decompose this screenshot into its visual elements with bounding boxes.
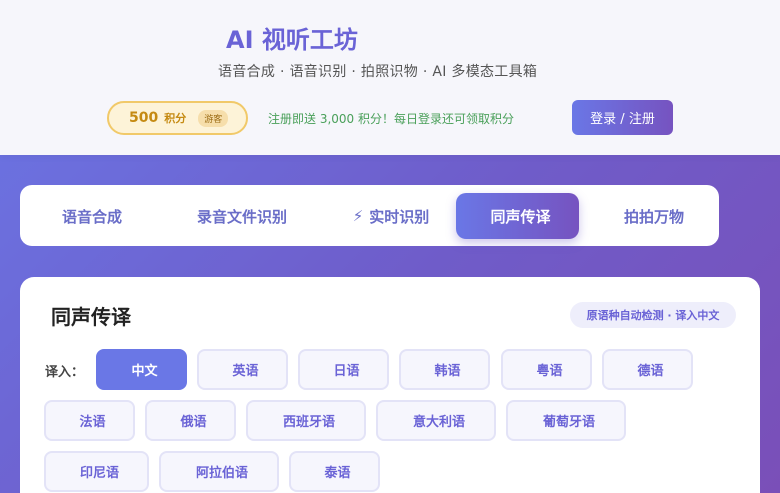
language-option-english[interactable]: 英语 <box>197 349 288 390</box>
language-option-portuguese[interactable]: 葡萄牙语 <box>506 400 626 441</box>
tab-simultaneous-interpretation[interactable]: 同声传译 <box>456 193 579 239</box>
language-label: 西班牙语 <box>282 415 335 430</box>
language-option-russian[interactable]: 俄语 <box>145 400 236 441</box>
promo-text: 注册即送 3,000 积分！每日登录还可领取积分 <box>268 112 514 126</box>
subtitle: 语音合成 · 语音识别 · 拍照识物 · AI 多模态工具箱 <box>218 64 538 80</box>
language-label: 英语 <box>232 364 259 379</box>
tab-label: 同声传译 <box>490 207 551 226</box>
language-option-arabic[interactable]: 阿拉伯语 <box>159 451 279 492</box>
language-label: 中文 <box>131 364 158 379</box>
tab-photo-recognition[interactable]: 拍拍万物 <box>595 193 707 239</box>
language-label: 韩语 <box>434 364 461 379</box>
language-label: 粤语 <box>536 364 563 379</box>
language-option-chinese[interactable]: 中文 <box>96 349 187 390</box>
panel-title: 同声传译 <box>45 301 131 330</box>
language-option-italian[interactable]: 意大利语 <box>376 400 496 441</box>
auto-detect-tag: 原语种自动检测 · 译入中文 <box>570 302 736 328</box>
guest-tag: 游客 <box>198 109 229 127</box>
language-label: 俄语 <box>180 415 207 430</box>
language-option-thai[interactable]: 泰语 <box>289 451 380 492</box>
target-language-label: 译入： <box>45 365 85 380</box>
language-option-german[interactable]: 德语 <box>602 349 693 390</box>
tab-label: 语音合成 <box>61 207 122 226</box>
language-label: 日语 <box>333 364 360 379</box>
tab-label: 拍拍万物 <box>623 207 684 226</box>
tab-label: 录音文件识别 <box>196 207 287 226</box>
brand-title: AI 视听工坊 <box>226 25 358 54</box>
points-unit: 积分 <box>164 112 187 125</box>
tab-speech-synthesis[interactable]: 语音合成 <box>34 193 144 239</box>
lightning-icon: ⚡ <box>352 207 364 225</box>
brand: AI 视听工坊 <box>218 20 358 54</box>
points-badge[interactable]: 500 积分 游客 <box>107 101 248 135</box>
language-option-french[interactable]: 法语 <box>44 400 135 441</box>
language-label: 泰语 <box>324 466 351 481</box>
language-label: 葡萄牙语 <box>542 415 595 430</box>
language-label: 法语 <box>79 415 106 430</box>
language-label: 阿拉伯语 <box>195 466 248 481</box>
login-register-button[interactable]: 登录 / 注册 <box>572 100 673 135</box>
tab-file-recognition[interactable]: 录音文件识别 <box>164 193 314 239</box>
language-option-japanese[interactable]: 日语 <box>298 349 389 390</box>
language-option-korean[interactable]: 韩语 <box>399 349 490 390</box>
language-option-indonesian[interactable]: 印尼语 <box>44 451 149 492</box>
app-header: AI 视听工坊 语音合成 · 语音识别 · 拍照识物 · AI 多模态工具箱 5… <box>0 0 780 155</box>
interpretation-panel: 同声传译 原语种自动检测 · 译入中文 译入： 中文 英语 日语 韩语 粤语 德… <box>20 277 760 493</box>
language-option-spanish[interactable]: 西班牙语 <box>246 400 366 441</box>
language-label: 意大利语 <box>412 415 465 430</box>
language-option-cantonese[interactable]: 粤语 <box>501 349 592 390</box>
tab-bar: 语音合成 录音文件识别 ⚡ 实时识别 同声传译 拍拍万物 <box>20 185 719 246</box>
promo-message: 注册即送 3,000 积分！每日登录还可领取积分 <box>264 110 514 127</box>
language-label: 德语 <box>637 364 664 379</box>
tab-label: 实时识别 <box>369 207 430 226</box>
language-label: 印尼语 <box>79 466 119 481</box>
points-value: 500 <box>129 110 159 126</box>
tab-realtime-recognition[interactable]: ⚡ 实时识别 <box>332 193 450 239</box>
panel-title-text: 同声传译 <box>51 305 131 329</box>
